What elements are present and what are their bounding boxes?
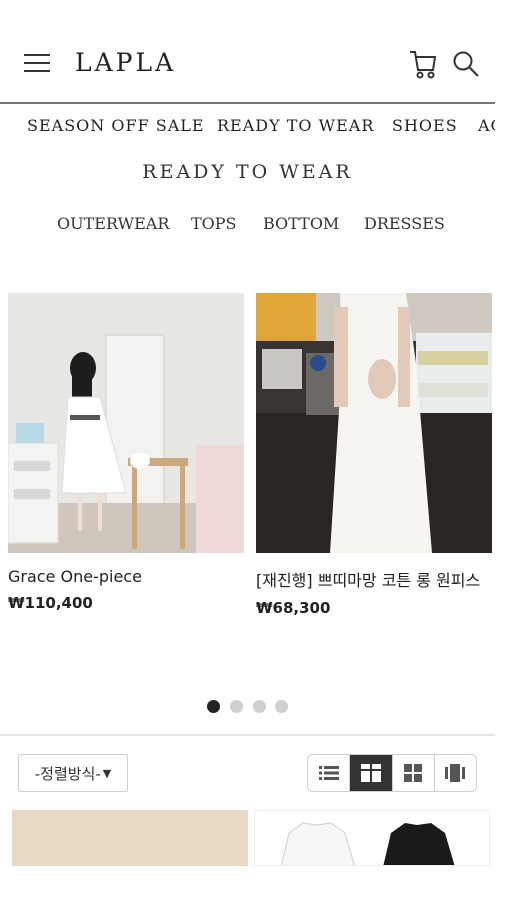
product-price: ₩110,400 [8, 594, 93, 612]
caret-down-icon: ▼ [102, 766, 112, 780]
nav-item-ready-to-wear[interactable]: READY TO WEAR [217, 116, 374, 135]
list-view-button[interactable] [308, 755, 351, 791]
gallery-view-icon [445, 764, 466, 782]
view-toggle [307, 754, 477, 792]
carousel-dot-3[interactable] [253, 700, 266, 713]
product-name[interactable]: [재진행] 쁘띠마망 코튼 롱 원피스 [256, 567, 492, 591]
nav-item-accessories[interactable]: AC [478, 116, 495, 135]
app-header: LAPLA [0, 0, 507, 104]
product-card[interactable]: Grace One-piece ₩110,400 [8, 293, 244, 612]
product-thumbnail[interactable] [12, 810, 248, 866]
grid-small-icon [404, 764, 423, 782]
category-nav: SEASON OFF SALE READY TO WEAR SHOES AC [0, 112, 495, 140]
carousel-dot-1[interactable] [207, 700, 220, 713]
hamburger-menu-icon[interactable] [24, 54, 50, 74]
product-image[interactable] [256, 293, 492, 553]
section-title: READY TO WEAR [142, 161, 353, 183]
list-view-icon [318, 766, 339, 780]
product-image[interactable] [8, 293, 244, 553]
product-card[interactable]: [재진행] 쁘띠마망 코튼 롱 원피스 ₩68,300 [256, 293, 492, 617]
grid-large-view-button[interactable] [350, 755, 393, 791]
subcategory-dresses[interactable]: DRESSES [364, 214, 445, 233]
cart-icon[interactable] [408, 48, 438, 80]
subcategory-outerwear[interactable]: OUTERWEAR [57, 214, 169, 233]
product-name[interactable]: Grace One-piece [8, 567, 244, 586]
carousel-dot-4[interactable] [275, 700, 288, 713]
grid-small-view-button[interactable] [393, 755, 435, 791]
header-divider [0, 102, 495, 104]
brand-logo[interactable]: LAPLA [75, 48, 176, 77]
search-icon[interactable] [452, 50, 480, 78]
grid-large-icon [360, 764, 381, 782]
nav-item-season-off-sale[interactable]: SEASON OFF SALE [27, 116, 205, 135]
section-divider [0, 734, 495, 736]
gallery-view-button[interactable] [435, 755, 476, 791]
nav-item-shoes[interactable]: SHOES [392, 116, 458, 135]
carousel-dot-2[interactable] [230, 700, 243, 713]
subcategory-bottom[interactable]: BOTTOM [263, 214, 339, 233]
sort-dropdown[interactable]: -정렬방식- ▼ [18, 754, 128, 792]
product-price: ₩68,300 [256, 599, 331, 617]
sort-label: -정렬방식- [34, 764, 101, 783]
product-thumbnail[interactable] [254, 810, 490, 866]
subcategory-tops[interactable]: TOPS [191, 214, 237, 233]
